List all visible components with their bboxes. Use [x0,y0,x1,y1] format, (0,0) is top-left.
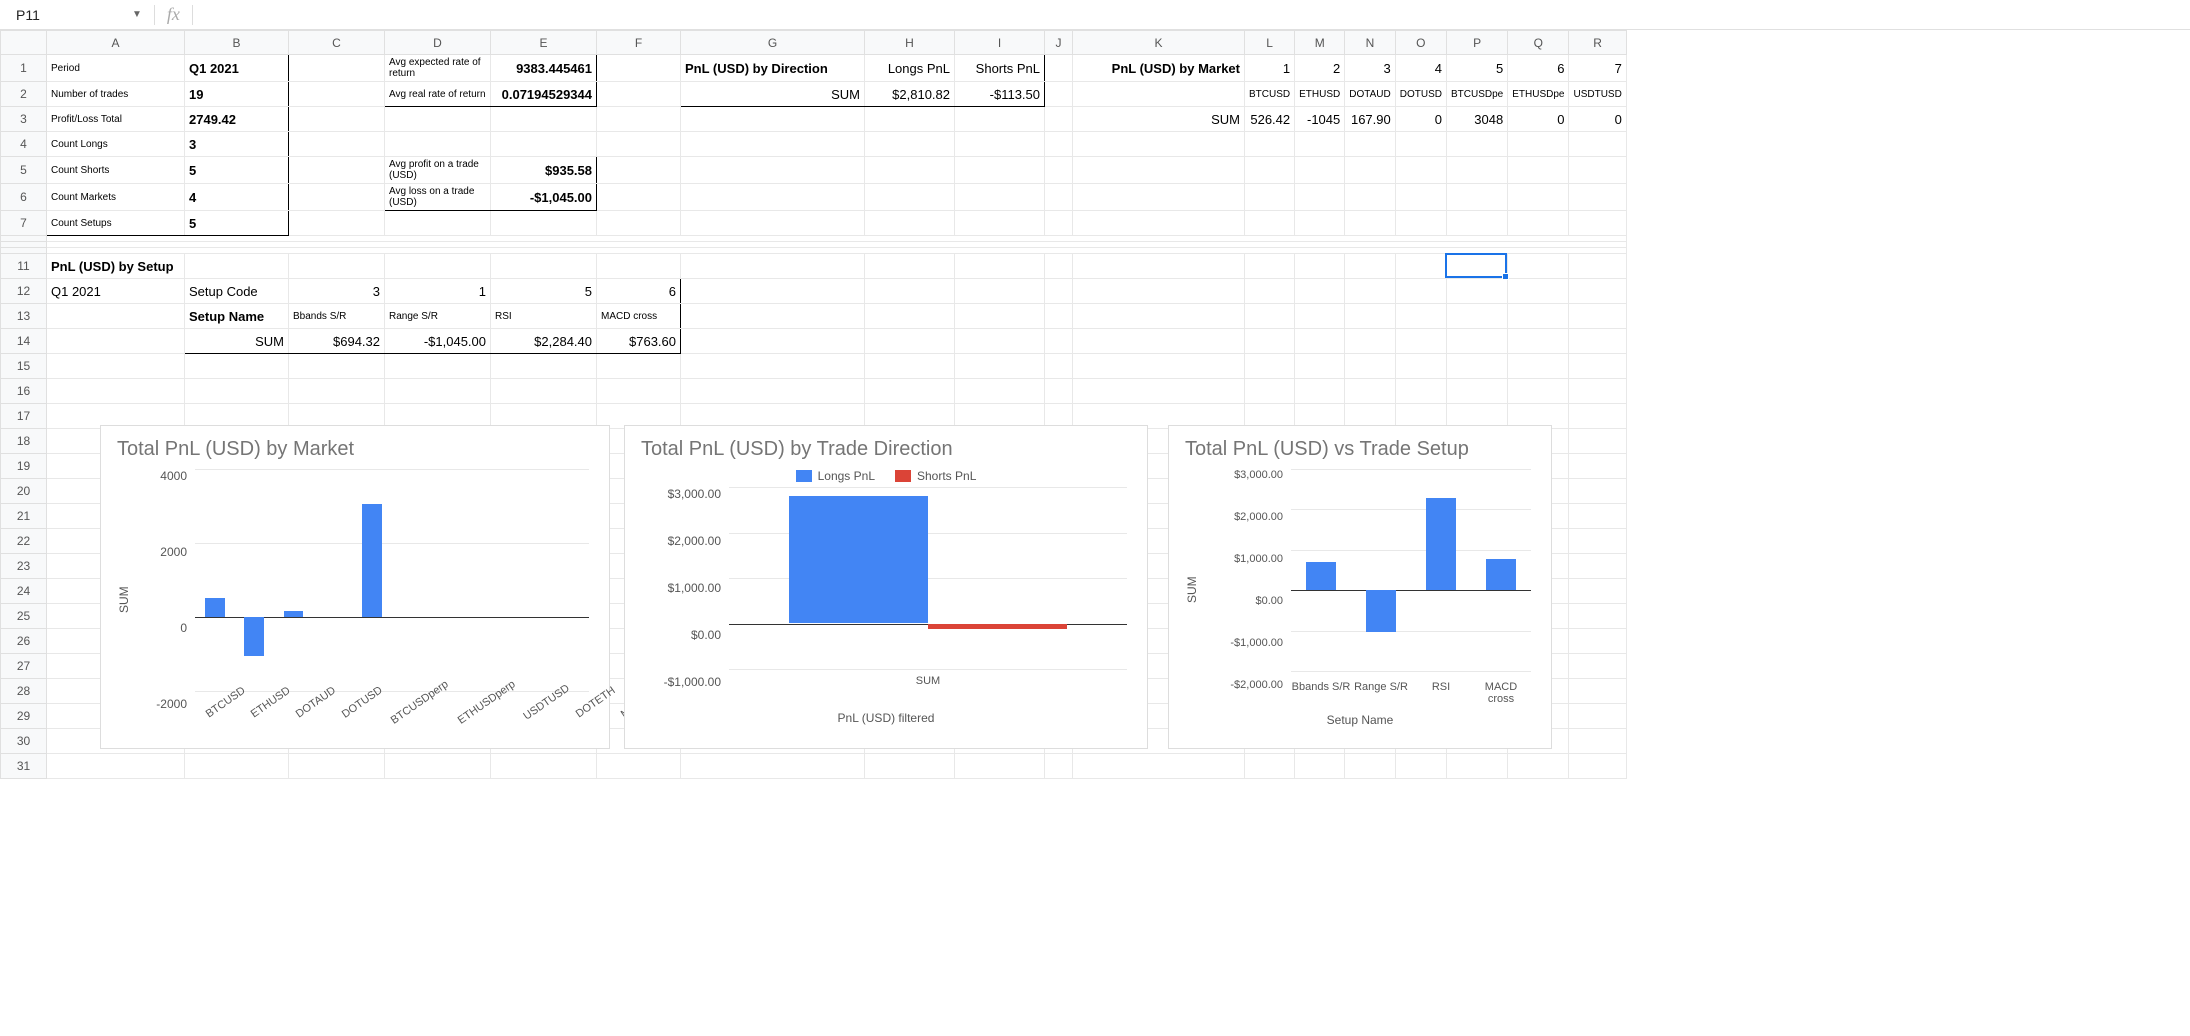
table-row: 2 Number of trades 19 Avg real rate of r… [1,82,1627,107]
chart-pnl-vs-setup[interactable]: Total PnL (USD) vs Trade Setup SUM $3,00… [1168,425,1552,749]
y-ticks: 4000 2000 0 -2000 [135,469,191,711]
table-row: 3 Profit/Loss Total 2749.42 SUM 526.42 -… [1,107,1627,132]
name-box[interactable]: P11 [16,7,40,23]
formula-bar: P11 ▼ fx [0,0,2190,30]
chart-pnl-by-market[interactable]: Total PnL (USD) by Market SUM 4000 2000 … [100,425,610,749]
name-box-dropdown-icon[interactable]: ▼ [132,9,142,20]
table-row: 14 SUM $694.32 -$1,045.00 $2,284.40 $763… [1,329,1627,354]
table-row: 5 Count Shorts 5 Avg profit on a trade (… [1,157,1627,184]
spreadsheet-grid[interactable]: ABCDEFGHIJKLMNOPQR 1 Period Q1 2021 Avg … [0,30,2190,1036]
table-row: 7 Count Setups 5 [1,211,1627,236]
cell-P11[interactable] [1446,254,1507,279]
cell[interactable]: Period [47,55,185,82]
y-ticks: $3,000.00 $2,000.00 $1,000.00 $0.00 -$1,… [1203,469,1287,691]
table-row: 12 Q1 2021 Setup Code 3 1 5 6 [1,279,1627,304]
table-row: 6 Count Markets 4 Avg loss on a trade (U… [1,184,1627,211]
chart-legend: Longs PnL Shorts PnL [641,469,1131,483]
x-labels: BTCUSDETHUSDDOTAUDDOTUSDBTCUSDperpETHUSD… [195,691,589,731]
cell[interactable]: Q1 2021 [185,55,289,82]
table-row: 13 Setup Name Bbands S/R Range S/R RSI M… [1,304,1627,329]
table-row: 11 PnL (USD) by Setup [1,254,1627,279]
fx-icon: fx [167,4,180,25]
table-row: 4 Count Longs 3 [1,132,1627,157]
y-ticks: $3,000.00 $2,000.00 $1,000.00 $0.00 -$1,… [641,487,725,689]
column-headers[interactable]: ABCDEFGHIJKLMNOPQR [1,31,1627,55]
table-row: 1 Period Q1 2021 Avg expected rate of re… [1,55,1627,82]
formula-input[interactable] [201,3,2190,27]
chart-pnl-by-direction[interactable]: Total PnL (USD) by Trade Direction Longs… [624,425,1148,749]
